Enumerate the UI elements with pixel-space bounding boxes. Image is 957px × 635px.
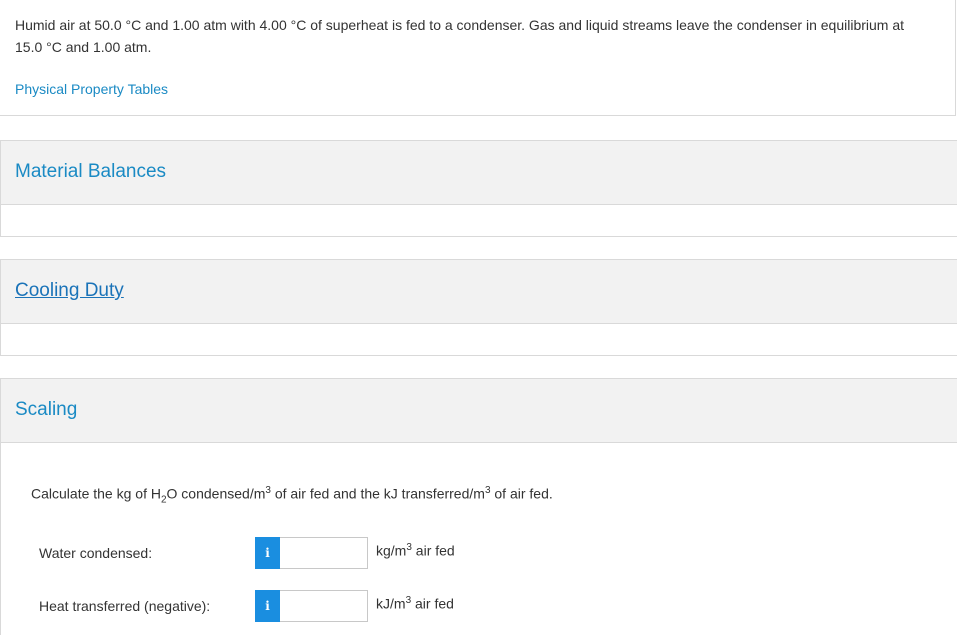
part-header[interactable]: Scaling — [1, 379, 957, 443]
part-title-material-balances[interactable]: Material Balances — [15, 161, 166, 183]
heat-transferred-unit: kJ/m3 air fed — [376, 595, 454, 612]
heat-transferred-row: Heat transferred (negative): i kJ/m3 air… — [39, 590, 539, 622]
part-header[interactable]: Cooling Duty — [1, 260, 957, 324]
problem-statement: Humid air at 50.0 °C and 1.00 atm with 4… — [0, 0, 956, 116]
part-header[interactable]: Material Balances — [1, 141, 957, 205]
scaling-question: Calculate the kg of H2O condensed/m3 of … — [31, 485, 553, 506]
part-title-cooling-duty[interactable]: Cooling Duty — [15, 280, 124, 302]
heat-transferred-label: Heat transferred (negative): — [39, 598, 211, 614]
part-material-balances: Material Balances — [0, 140, 957, 237]
problem-text: Humid air at 50.0 °C and 1.00 atm with 4… — [15, 17, 905, 55]
info-icon[interactable]: i — [255, 537, 280, 569]
heat-transferred-input[interactable] — [280, 590, 368, 622]
water-condensed-label: Water condensed: — [39, 545, 153, 561]
physical-property-tables-link[interactable]: Physical Property Tables — [15, 81, 168, 97]
water-condensed-row: Water condensed: i kg/m3 air fed — [39, 537, 539, 569]
part-scaling: Scaling Calculate the kg of H2O condense… — [0, 378, 957, 635]
water-condensed-input[interactable] — [280, 537, 368, 569]
part-title-scaling[interactable]: Scaling — [15, 399, 77, 421]
part-cooling-duty: Cooling Duty — [0, 259, 957, 356]
water-condensed-unit: kg/m3 air fed — [376, 542, 455, 559]
info-icon[interactable]: i — [255, 590, 280, 622]
